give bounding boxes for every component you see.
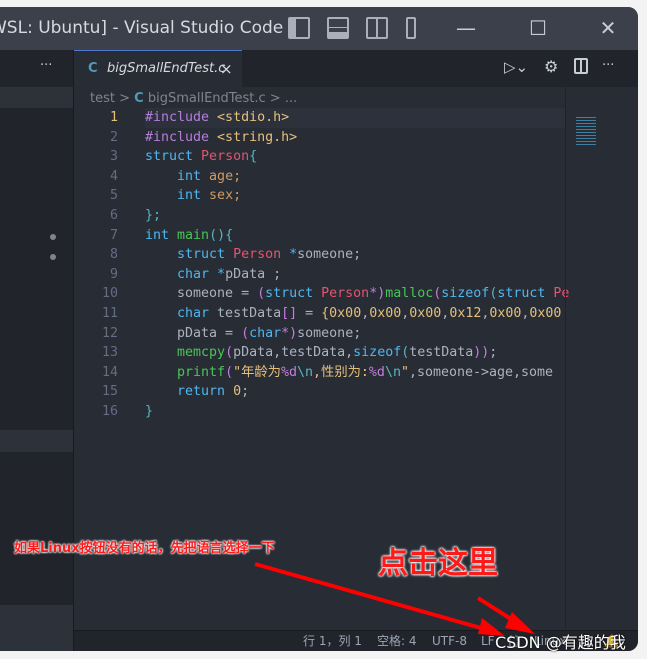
annotation-click-here: 点击这里 (378, 546, 498, 581)
annotation-hint: 如果Linux按钮没有的话，先把语言选择一下 (14, 541, 275, 556)
annotation-arrows (254, 562, 535, 636)
watermark: CSDN @有趣的我 (495, 633, 626, 652)
